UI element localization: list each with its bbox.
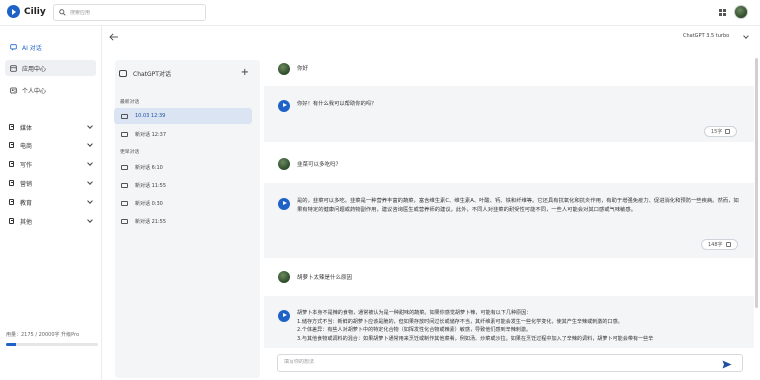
chevron-down-icon — [87, 217, 93, 223]
conversation-header-title: ChatGPT对话 — [133, 70, 171, 78]
left-sidebar: AI 对话 应用中心 个人中心 媒体 电商 写作 营销 教育 其他 — [0, 26, 101, 380]
category-other[interactable]: 其他 — [9, 215, 95, 227]
category-media[interactable]: 媒体 — [9, 121, 95, 133]
conversation-item[interactable]: 新对话 6:10 — [114, 159, 252, 175]
nav-item-profile[interactable]: 个人中心 — [5, 82, 96, 98]
chevron-down-icon — [87, 179, 93, 185]
usage-progress-bar — [6, 343, 98, 346]
model-selector[interactable]: ChatGPT 3.5 turbo — [683, 33, 729, 39]
document-icon — [9, 180, 14, 186]
nav-item-label: AI 对话 — [22, 44, 42, 52]
new-conversation-plus-icon[interactable]: + — [241, 68, 249, 78]
chat-bubble-icon — [121, 218, 128, 224]
ai-message — [264, 86, 754, 142]
conversation-item-label: 新对话 21:55 — [135, 218, 166, 225]
user-message-avatar — [278, 63, 290, 75]
app-logo[interactable]: Ciliy — [7, 5, 46, 18]
user-message-avatar — [278, 271, 290, 283]
search-icon — [59, 9, 66, 16]
conversation-item-label: 新对话 12:37 — [135, 131, 166, 138]
chat-bubble-icon — [121, 200, 128, 206]
ai-message-text: 是的，韭菜可以多吃。韭菜是一种营养丰富的蔬菜，富含维生素C、维生素A、叶酸、钙、… — [297, 198, 739, 214]
user-message-avatar — [278, 158, 290, 170]
chevron-down-icon[interactable] — [743, 33, 749, 39]
user-message: 胡萝卜太辣是什么原因 — [297, 275, 353, 281]
nav-item-app-center[interactable]: 应用中心 — [5, 60, 96, 76]
nav-item-label: 个人中心 — [22, 87, 47, 95]
recent-section-label: 最新对话 — [120, 100, 140, 105]
category-ecommerce[interactable]: 电商 — [9, 139, 95, 151]
user-message: 你好 — [297, 66, 309, 72]
conversation-item[interactable]: 新对话 21:55 — [114, 213, 252, 229]
search-input[interactable] — [70, 9, 200, 16]
chat-icon — [10, 43, 17, 51]
search-box[interactable] — [53, 4, 206, 21]
earlier-section-label: 更早对话 — [120, 150, 140, 155]
ai-message-text: 胡萝卜本身不是辣的食物，通常被认为是一种甜味的蔬菜。如果你感觉胡萝卜辣，可能有以… — [297, 310, 654, 343]
conversation-item[interactable]: 新对话 0:30 — [114, 195, 252, 211]
category-label: 写作 — [20, 161, 33, 169]
conversation-item-label: 10.03 12:39 — [135, 113, 166, 119]
document-icon — [9, 218, 14, 224]
category-education[interactable]: 教育 — [9, 196, 95, 208]
ai-avatar-icon — [278, 100, 290, 112]
send-icon[interactable] — [722, 360, 732, 369]
document-icon — [9, 124, 14, 130]
conversation-item[interactable]: 新对话 11:55 — [114, 177, 252, 193]
word-count-label: 148字 — [708, 242, 723, 248]
nav-item-ai-chat[interactable]: AI 对话 — [5, 39, 96, 55]
category-label: 其他 — [20, 218, 33, 226]
message-input[interactable] — [284, 359, 704, 365]
apps-icon — [10, 64, 17, 72]
nav-item-label: 应用中心 — [22, 65, 47, 73]
app-name: Ciliy — [24, 6, 46, 17]
category-label: 媒体 — [20, 124, 33, 132]
copy-icon — [725, 242, 731, 247]
category-label: 营销 — [20, 180, 33, 188]
top-bar: Ciliy — [0, 0, 760, 26]
usage-progress-fill — [6, 343, 16, 346]
document-icon — [9, 142, 14, 148]
word-count-badge[interactable]: 15字 — [704, 126, 738, 137]
conversation-item-label: 新对话 0:30 — [135, 200, 163, 207]
chevron-down-icon — [87, 123, 93, 129]
category-label: 教育 — [20, 199, 33, 207]
conversation-item[interactable]: 新对话 12:37 — [114, 126, 252, 142]
ai-message-text: 你好！有什么我可以帮助你的吗？ — [297, 101, 377, 107]
chat-scrollbar[interactable] — [755, 56, 758, 366]
chevron-down-icon — [87, 198, 93, 204]
usage-text: 用量：2175 / 20000字 升级Pro — [6, 332, 80, 338]
document-icon — [9, 199, 14, 205]
word-count-badge[interactable]: 148字 — [701, 239, 738, 250]
chevron-down-icon — [87, 160, 93, 166]
ai-message — [264, 183, 754, 258]
profile-icon — [10, 87, 17, 93]
apps-grid-icon[interactable] — [719, 9, 726, 16]
category-marketing[interactable]: 营销 — [9, 177, 95, 189]
robot-icon — [119, 69, 127, 77]
user-message: 韭菜可以多吃吗？ — [297, 162, 342, 168]
conversation-header: ChatGPT对话 + — [119, 67, 249, 79]
chat-bubble-icon — [121, 113, 128, 119]
message-composer[interactable] — [277, 354, 743, 372]
user-avatar[interactable] — [734, 5, 748, 19]
conversation-item[interactable]: 10.03 12:39 — [114, 108, 252, 124]
chat-bubble-icon — [121, 131, 128, 137]
copy-icon — [725, 129, 731, 134]
logo-play-icon — [7, 5, 20, 18]
ai-avatar-icon — [278, 198, 290, 210]
chat-bubble-icon — [121, 182, 128, 188]
chevron-down-icon — [87, 141, 93, 147]
back-arrow-icon[interactable] — [109, 33, 119, 41]
conversation-item-label: 新对话 6:10 — [135, 164, 163, 171]
document-icon — [9, 161, 14, 167]
category-writing[interactable]: 写作 — [9, 158, 95, 170]
scrollbar-thumb[interactable] — [755, 58, 758, 308]
category-label: 电商 — [20, 142, 33, 150]
conversation-item-label: 新对话 11:55 — [135, 182, 166, 189]
word-count-label: 15字 — [711, 129, 723, 135]
ai-avatar-icon — [278, 310, 290, 322]
chat-bubble-icon — [121, 164, 128, 170]
